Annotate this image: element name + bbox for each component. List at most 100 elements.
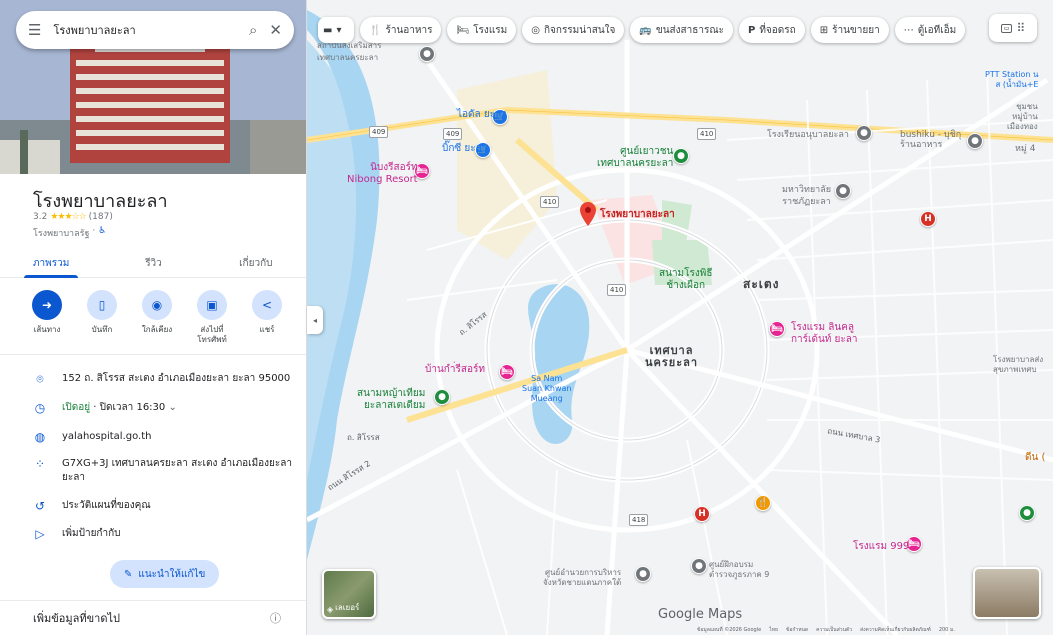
tab-about[interactable]: เกี่ยวกับ xyxy=(205,248,306,277)
district-label: สะเตง xyxy=(743,277,780,291)
chip-things-to-do[interactable]: ◎ กิจกรรมน่าสนใจ xyxy=(522,17,625,43)
map-menu-button[interactable]: ▬ ▾ xyxy=(318,17,354,43)
chevron-down-icon[interactable]: ⌄ xyxy=(168,402,176,413)
globe-icon: ◍ xyxy=(34,430,46,444)
search-icon[interactable]: ⌕ xyxy=(249,21,257,39)
parking-icon: P xyxy=(747,24,756,36)
map-label: มหาวิทยาลัย ราชภัฏยะลา xyxy=(782,185,832,207)
history-icon: ↺ xyxy=(34,499,46,513)
layers-button[interactable]: ◈ เลเยอร์ xyxy=(322,569,376,619)
map-label: Sa Nam Suan Khwan Mueang xyxy=(522,374,572,403)
map-label: bushiku - บุชิกุ ร้านอาหาร xyxy=(900,130,962,150)
attribution-item[interactable]: ไทย xyxy=(769,626,778,634)
plus-code-row[interactable]: ⁘ G7XG+3J เทศบาลนครยะลา สะเตง อำเภอเมือง… xyxy=(33,457,293,485)
park-pin[interactable]: ● xyxy=(434,389,450,405)
action-label: บันทึก xyxy=(91,325,113,334)
nearby-button[interactable]: ◉ ใกล้เคียง xyxy=(132,290,182,345)
map-label: ศูนย์อำนวยการบริหาร จังหวัดชายแดนภาคใต้ xyxy=(543,568,622,587)
map-label: ดีน ( xyxy=(1025,452,1046,463)
place-category[interactable]: โรงพยาบาลรัฐ xyxy=(33,226,89,240)
hotel-icon: 🛏 xyxy=(456,24,470,36)
map-label: บ้านกำ่รีสอร์ท xyxy=(425,364,485,375)
plus-code-icon: ⁘ xyxy=(34,457,46,471)
apps-grid-icon: ⠿ xyxy=(1016,21,1026,35)
hamburger-menu-icon[interactable]: ☰ xyxy=(28,21,41,39)
poi-pin[interactable]: ● xyxy=(419,46,435,62)
place-photo[interactable]: ☰ ⌕ ✕ xyxy=(0,0,306,174)
add-label-row[interactable]: ▷ เพิ่มป้ายกำกับ xyxy=(33,527,293,541)
hotel-pin[interactable]: 🛏 xyxy=(499,364,515,380)
pencil-icon: ✎ xyxy=(124,568,133,580)
history-row[interactable]: ↺ ประวัติแผนที่ของคุณ xyxy=(33,499,293,513)
help-icon[interactable]: ⓘ xyxy=(270,610,281,626)
map-label: ไอดัล ยะลา xyxy=(457,109,507,120)
chip-label: ที่จอดรถ xyxy=(759,24,796,36)
send-to-phone-button[interactable]: ▣ ส่งไปที่โทรศัพท์ xyxy=(187,290,237,345)
search-input[interactable] xyxy=(53,23,238,37)
suggest-edit-button[interactable]: ✎ แนะนำให้แก้ไข xyxy=(110,560,220,588)
google-maps-logo: Google Maps xyxy=(658,607,743,622)
attribution-item[interactable]: ความเป็นส่วนตัว xyxy=(816,626,852,634)
chip-restaurants[interactable]: 🍴 ร้านอาหาร xyxy=(360,17,442,43)
website-link[interactable]: yalahospital.go.th xyxy=(62,430,151,444)
action-label: ใกล้เคียง xyxy=(141,325,173,334)
website-row[interactable]: ◍ yalahospital.go.th xyxy=(33,430,293,444)
tab-overview[interactable]: ภาพรวม xyxy=(0,248,102,278)
close-icon[interactable]: ✕ xyxy=(269,21,282,39)
map-base-layer xyxy=(307,0,1053,635)
selected-place-marker[interactable] xyxy=(580,202,596,226)
chip-label: กิจกรรมน่าสนใจ xyxy=(543,24,616,36)
police-pin[interactable]: ● xyxy=(691,558,707,574)
hotel-pin[interactable]: 🛏 xyxy=(769,321,785,337)
map-label: โรงแรม ลินคลู การ์เด้นท์ ยะลา xyxy=(791,322,858,345)
rating-row[interactable]: 3.2 ★★★☆☆ (187) xyxy=(33,212,113,222)
hours-row[interactable]: ◷ เปิดอยู่ · ปิดเวลา 16:30 ⌄ xyxy=(33,401,293,415)
tab-reviews[interactable]: รีวิว xyxy=(102,248,204,277)
place-panel: ☰ ⌕ ✕ โรงพยาบาลยะลา 3.2 ★★★☆☆ (187) โรงพ… xyxy=(0,0,307,635)
map-label: ศูนย์เยาวชน เทศบาลนครยะลา xyxy=(597,146,674,169)
road-label: ถ. สิโรรส xyxy=(347,433,380,442)
divider xyxy=(0,354,306,355)
history-text: ประวัติแผนที่ของคุณ xyxy=(62,500,151,511)
route-shield: 409 xyxy=(443,128,463,140)
attribution-item[interactable]: ส่งความคิดเห็นเกี่ยวกับผลิตภัณฑ์ xyxy=(860,626,931,634)
directions-icon: ➜ xyxy=(32,290,62,320)
address-row[interactable]: ⌾ 152 ถ. สิโรรส สะเตง อำเภอเมืองยะลา ยะล… xyxy=(33,372,293,386)
hospital-pin[interactable]: H xyxy=(694,506,710,522)
google-apps-button[interactable]: ▭ ⠿ xyxy=(989,14,1037,42)
government-pin[interactable]: ● xyxy=(635,566,651,582)
place-title: โรงพยาบาลยะลา xyxy=(33,191,168,212)
chip-parking[interactable]: P ที่จอดรถ xyxy=(738,17,805,43)
pharmacy-icon: ⊞ xyxy=(819,24,829,36)
share-button[interactable]: < แชร์ xyxy=(242,290,292,345)
chip-label: โรงแรม xyxy=(473,24,508,36)
review-count[interactable]: (187) xyxy=(89,212,113,222)
chip-pharmacy[interactable]: ⊞ ร้านขายยา xyxy=(810,17,889,43)
restaurant-pin[interactable]: ● xyxy=(967,133,983,149)
park-pin[interactable]: ● xyxy=(673,148,689,164)
route-shield: 410 xyxy=(540,196,560,208)
gas-station-pin[interactable]: ● xyxy=(1019,505,1035,521)
map-label: โรงเรียนอนุบาลยะลา xyxy=(767,130,849,140)
restaurant-pin[interactable]: 🍴 xyxy=(755,495,771,511)
street-view-thumbnail[interactable] xyxy=(973,567,1041,619)
chip-hotels[interactable]: 🛏 โรงแรม xyxy=(447,17,517,43)
district-label: เทศบาล นครยะลา xyxy=(645,344,699,369)
collapse-panel-button[interactable]: ◂ xyxy=(307,306,323,334)
map-canvas[interactable]: 409 409 410 410 410 418 ● 🛒 🛒 🛏 ● ● ● ● … xyxy=(307,0,1053,635)
chip-transit[interactable]: 🚌 ขนส่งสาธารณะ xyxy=(630,17,733,43)
map-label: ชุมชน หมู่บ้าน เมืองทอง xyxy=(1007,102,1038,131)
school-pin[interactable]: ● xyxy=(856,125,872,141)
chip-atm[interactable]: ⋯ ตู้เอทีเอ็ม xyxy=(894,17,966,43)
search-box[interactable]: ☰ ⌕ ✕ xyxy=(16,11,294,49)
university-pin[interactable]: ● xyxy=(835,183,851,199)
add-missing-info[interactable]: เพิ่มข้อมูลที่ขาดไป ⓘ xyxy=(0,600,306,635)
save-button[interactable]: ▯ บันทึก xyxy=(77,290,127,345)
attribution-item[interactable]: ข้อกำหนด xyxy=(786,626,808,634)
share-icon: < xyxy=(252,290,282,320)
route-shield: 409 xyxy=(369,126,389,138)
hospital-pin[interactable]: H xyxy=(920,211,936,227)
open-status: เปิดอยู่ xyxy=(62,402,91,413)
map-label: หมู่ 4 xyxy=(1015,144,1036,154)
directions-button[interactable]: ➜ เส้นทาง xyxy=(22,290,72,345)
